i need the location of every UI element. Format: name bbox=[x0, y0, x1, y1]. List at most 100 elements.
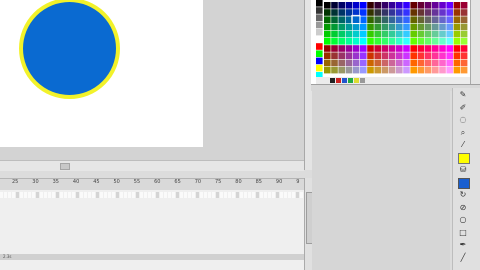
color-swatch[interactable] bbox=[345, 30, 353, 38]
color-swatch[interactable] bbox=[424, 2, 432, 9]
color-swatch[interactable] bbox=[417, 52, 425, 59]
brush-icon[interactable]: ✐ bbox=[458, 103, 468, 112]
color-swatch[interactable] bbox=[331, 52, 338, 59]
color-swatch[interactable] bbox=[424, 23, 432, 31]
pencil-icon[interactable]: ✎ bbox=[458, 90, 468, 99]
color-swatch[interactable] bbox=[360, 9, 367, 16]
color-swatch[interactable] bbox=[331, 30, 338, 38]
color-swatch[interactable] bbox=[453, 59, 461, 67]
color-swatch[interactable] bbox=[460, 38, 468, 45]
color-swatch[interactable] bbox=[432, 30, 439, 38]
frame-cell[interactable] bbox=[196, 192, 199, 198]
color-swatch[interactable] bbox=[410, 66, 417, 74]
color-swatch[interactable] bbox=[396, 30, 403, 38]
color-swatch[interactable] bbox=[367, 2, 374, 9]
zoom-icon[interactable]: ⌕ bbox=[458, 128, 468, 137]
frame-cell[interactable] bbox=[80, 192, 83, 198]
color-swatch[interactable] bbox=[439, 52, 446, 59]
color-swatch[interactable] bbox=[396, 2, 403, 9]
color-swatch[interactable] bbox=[316, 7, 323, 14]
color-swatch[interactable] bbox=[460, 45, 468, 52]
frame-cell[interactable] bbox=[252, 192, 255, 198]
color-swatch[interactable] bbox=[345, 52, 353, 59]
color-swatch[interactable] bbox=[410, 30, 417, 38]
color-swatch[interactable] bbox=[396, 59, 403, 67]
color-swatch[interactable] bbox=[460, 23, 468, 31]
color-swatch[interactable] bbox=[424, 38, 432, 45]
color-swatch[interactable] bbox=[453, 9, 461, 16]
color-swatch[interactable] bbox=[352, 2, 360, 9]
frame-cell[interactable] bbox=[284, 192, 287, 198]
frame-cell[interactable] bbox=[36, 192, 39, 198]
frame-cell[interactable] bbox=[108, 192, 111, 198]
color-swatch[interactable] bbox=[345, 45, 353, 52]
color-swatch[interactable] bbox=[338, 16, 345, 23]
color-swatch[interactable] bbox=[345, 66, 353, 74]
color-swatch[interactable] bbox=[388, 16, 396, 23]
color-swatch[interactable] bbox=[381, 52, 389, 59]
color-swatch[interactable] bbox=[417, 9, 425, 16]
frame-cell[interactable] bbox=[72, 192, 75, 198]
color-swatch[interactable] bbox=[388, 59, 396, 67]
color-swatch[interactable] bbox=[345, 23, 353, 31]
color-swatch[interactable] bbox=[324, 59, 331, 67]
color-swatch[interactable] bbox=[388, 38, 396, 45]
color-swatch[interactable] bbox=[338, 52, 345, 59]
color-swatch[interactable] bbox=[410, 52, 417, 59]
color-swatch[interactable] bbox=[424, 9, 432, 16]
color-swatch[interactable] bbox=[338, 45, 345, 52]
color-swatch[interactable] bbox=[316, 43, 323, 50]
color-swatch[interactable] bbox=[360, 38, 367, 45]
frame-cell[interactable] bbox=[288, 192, 291, 198]
color-swatch[interactable] bbox=[446, 23, 453, 31]
frame-cell[interactable] bbox=[32, 192, 35, 198]
color-swatch[interactable] bbox=[439, 30, 446, 38]
frame-cell[interactable] bbox=[192, 192, 195, 198]
frame-cell[interactable] bbox=[236, 192, 239, 198]
color-swatch[interactable] bbox=[374, 59, 381, 67]
color-swatch[interactable] bbox=[381, 2, 389, 9]
frame-cell[interactable] bbox=[116, 192, 119, 198]
color-swatch[interactable] bbox=[439, 23, 446, 31]
color-swatch[interactable] bbox=[432, 9, 439, 16]
color-swatch[interactable] bbox=[446, 9, 453, 16]
frame-cell[interactable] bbox=[140, 192, 143, 198]
color-swatch[interactable] bbox=[432, 59, 439, 67]
color-swatch[interactable] bbox=[338, 66, 345, 74]
frame-cell[interactable] bbox=[88, 192, 91, 198]
color-swatch[interactable] bbox=[388, 23, 396, 31]
frame-cell[interactable] bbox=[0, 192, 3, 198]
color-swatch[interactable] bbox=[360, 45, 367, 52]
color-swatch[interactable] bbox=[396, 23, 403, 31]
color-swatch[interactable] bbox=[432, 16, 439, 23]
paint-bucket-icon[interactable]: ⛁ bbox=[458, 165, 468, 174]
gradient-swatches[interactable] bbox=[330, 77, 370, 84]
color-swatch[interactable] bbox=[331, 66, 338, 74]
color-swatch[interactable] bbox=[446, 2, 453, 9]
color-swatch[interactable] bbox=[388, 45, 396, 52]
frame-cell[interactable] bbox=[8, 192, 11, 198]
color-swatch[interactable] bbox=[367, 30, 374, 38]
color-swatch[interactable] bbox=[367, 38, 374, 45]
color-swatch-grid[interactable] bbox=[316, 0, 470, 77]
color-swatch[interactable] bbox=[396, 16, 403, 23]
color-swatch[interactable] bbox=[374, 45, 381, 52]
color-swatch[interactable] bbox=[367, 52, 374, 59]
frame-cell[interactable] bbox=[92, 192, 95, 198]
color-swatch[interactable] bbox=[446, 59, 453, 67]
color-swatch[interactable] bbox=[352, 16, 360, 23]
color-swatch[interactable] bbox=[324, 2, 331, 9]
color-swatch[interactable] bbox=[381, 23, 389, 31]
color-swatch[interactable] bbox=[381, 59, 389, 67]
color-swatch[interactable] bbox=[460, 30, 468, 38]
scroll-thumb[interactable] bbox=[60, 163, 70, 170]
color-swatch[interactable] bbox=[403, 9, 410, 16]
frame-cell[interactable] bbox=[132, 192, 135, 198]
frame-cell[interactable] bbox=[152, 192, 155, 198]
color-swatch[interactable] bbox=[360, 52, 367, 59]
stage-canvas[interactable] bbox=[0, 0, 203, 147]
fill-color-swatch[interactable] bbox=[458, 152, 470, 164]
timeline-panel[interactable]: 2.3s bbox=[0, 190, 304, 270]
color-swatch[interactable] bbox=[396, 9, 403, 16]
color-swatch[interactable] bbox=[338, 38, 345, 45]
